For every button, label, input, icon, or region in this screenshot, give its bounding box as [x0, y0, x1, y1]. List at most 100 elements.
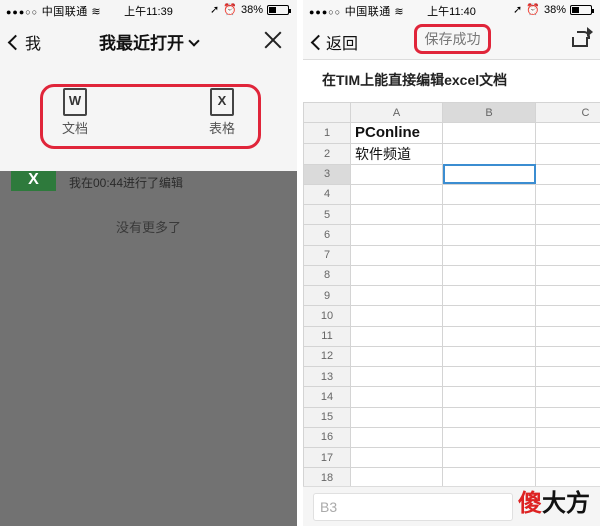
cell-a[interactable]	[350, 183, 443, 206]
cell-input[interactable]: B3	[313, 493, 513, 521]
cell-c[interactable]	[535, 305, 600, 327]
row-header[interactable]: 18	[303, 467, 351, 489]
table-row: 12	[303, 345, 600, 368]
row-header[interactable]: 15	[303, 406, 351, 428]
active-cell-b3[interactable]	[442, 163, 536, 185]
cell-c[interactable]	[535, 203, 600, 226]
row-header[interactable]: 14	[303, 386, 351, 408]
cell-a[interactable]	[350, 284, 443, 307]
cell-c[interactable]	[535, 386, 600, 408]
row-header[interactable]: 10	[303, 305, 351, 327]
cell-b[interactable]	[442, 284, 536, 307]
cell-b[interactable]	[442, 264, 536, 287]
recent-item-subtitle: 我在00:44进行了编辑	[69, 176, 184, 190]
row-header[interactable]: 11	[303, 325, 351, 347]
cell-a[interactable]	[350, 446, 443, 469]
row-header[interactable]: 6	[303, 224, 351, 246]
page-title[interactable]: 我最近打开	[0, 29, 297, 54]
cell-a[interactable]	[350, 406, 443, 428]
document-title: 在TIM上能直接编辑excel文档	[322, 72, 508, 88]
row-header[interactable]: 17	[303, 446, 351, 469]
cell-b[interactable]	[442, 203, 536, 226]
watermark-logo: 傻大方	[518, 490, 590, 517]
cell-a[interactable]	[350, 163, 443, 185]
doc-option-label: 文档	[61, 121, 88, 136]
cell-a[interactable]	[350, 365, 443, 388]
cell-c[interactable]	[535, 345, 600, 368]
cell-a[interactable]	[350, 325, 443, 347]
cell-c[interactable]	[535, 264, 600, 287]
cell-c[interactable]	[535, 163, 600, 185]
cell-a[interactable]	[350, 224, 443, 246]
spreadsheet-grid[interactable]: A B C 1 PConline 2 软件频道 3 4 5 6 7 8 9 10 11 12 13 14 15 1…	[303, 101, 600, 489]
row-header[interactable]: 4	[303, 183, 351, 206]
cell-a[interactable]	[350, 345, 443, 368]
table-row: 11	[303, 325, 600, 347]
row-header[interactable]: 7	[303, 244, 351, 266]
location-icon: ➚	[210, 4, 220, 16]
back-button[interactable]: 返回	[309, 30, 358, 54]
share-icon[interactable]	[572, 27, 593, 47]
cell-c[interactable]	[535, 244, 600, 266]
chevron-left-icon	[310, 34, 327, 50]
doc-option-button[interactable]: W 文档	[50, 88, 100, 137]
table-row: 6	[303, 224, 600, 246]
cell-c[interactable]	[535, 142, 600, 165]
chevron-down-icon	[188, 35, 200, 47]
row-header[interactable]: 1	[303, 122, 351, 144]
column-header-c[interactable]: C	[535, 101, 600, 124]
cell-a[interactable]	[350, 426, 443, 449]
nav-bar: 我 我最近打开	[0, 20, 297, 60]
cell-b[interactable]	[442, 365, 536, 388]
cell-b[interactable]	[442, 142, 536, 165]
row-header[interactable]: 5	[303, 203, 351, 226]
cell-c[interactable]	[535, 365, 600, 388]
cell-c[interactable]	[535, 183, 600, 206]
table-row: 1 PConline	[303, 122, 600, 144]
column-header-b[interactable]: B	[442, 101, 536, 124]
row-header[interactable]: 3	[303, 163, 351, 185]
cell-a[interactable]: 软件频道	[350, 142, 443, 165]
cell-a[interactable]	[350, 244, 443, 266]
table-row: 17	[303, 446, 600, 469]
cell-c[interactable]	[535, 446, 600, 469]
cell-b[interactable]	[442, 426, 536, 449]
cell-a[interactable]: PConline	[350, 122, 443, 144]
cell-a[interactable]	[350, 203, 443, 226]
table-row: 16	[303, 426, 600, 449]
row-header[interactable]: 9	[303, 284, 351, 307]
table-row: 10	[303, 305, 600, 327]
cell-a[interactable]	[350, 305, 443, 327]
cell-a[interactable]	[350, 386, 443, 408]
cell-b[interactable]	[442, 406, 536, 428]
cell-c[interactable]	[535, 426, 600, 449]
corner-cell[interactable]	[303, 101, 351, 124]
status-bar: ●●●○○ 中国联通 ≋ 上午11:40 ➚ ⏰ 38%	[303, 0, 600, 20]
cell-c[interactable]	[535, 122, 600, 144]
column-header-a[interactable]: A	[350, 101, 443, 124]
cell-b[interactable]	[442, 325, 536, 347]
sheet-option-button[interactable]: X 表格	[197, 88, 247, 137]
dim-overlay[interactable]: X 我在00:44进行了编辑 没有更多了	[0, 171, 297, 526]
cell-b[interactable]	[442, 305, 536, 327]
cell-c[interactable]	[535, 224, 600, 246]
cell-c[interactable]	[535, 406, 600, 428]
row-header[interactable]: 13	[303, 365, 351, 388]
row-header[interactable]: 12	[303, 345, 351, 368]
cell-b[interactable]	[442, 345, 536, 368]
cell-b[interactable]	[442, 386, 536, 408]
cell-c[interactable]	[535, 284, 600, 307]
cell-b[interactable]	[442, 244, 536, 266]
cell-b[interactable]	[442, 446, 536, 469]
cell-b[interactable]	[442, 183, 536, 206]
close-button[interactable]	[263, 30, 283, 50]
cell-b[interactable]	[442, 224, 536, 246]
cell-a[interactable]	[350, 264, 443, 287]
cell-c[interactable]	[535, 325, 600, 347]
cell-a[interactable]	[350, 467, 443, 489]
cell-b[interactable]	[442, 122, 536, 144]
row-header[interactable]: 16	[303, 426, 351, 449]
excel-file-icon: X	[11, 171, 56, 191]
row-header[interactable]: 2	[303, 142, 351, 165]
row-header[interactable]: 8	[303, 264, 351, 287]
